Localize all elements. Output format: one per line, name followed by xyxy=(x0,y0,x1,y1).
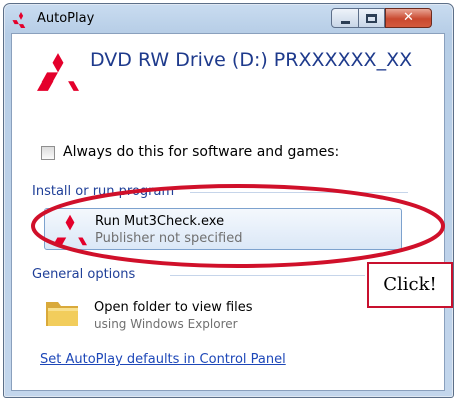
run-option-publisher: Publisher not specified xyxy=(95,231,243,246)
click-callout: Click! xyxy=(367,262,453,308)
autoplay-defaults-link[interactable]: Set AutoPlay defaults in Control Panel xyxy=(40,352,286,367)
folder-icon xyxy=(46,302,78,326)
mitsubishi-logo-icon xyxy=(12,12,26,28)
minimize-icon xyxy=(341,21,350,24)
maximize-button[interactable] xyxy=(359,8,385,28)
window-title: AutoPlay xyxy=(37,11,95,26)
title-bar[interactable]: AutoPlay ✕ xyxy=(4,4,453,34)
always-checkbox[interactable] xyxy=(41,146,55,160)
open-folder-option[interactable]: Open folder to view files using Windows … xyxy=(44,294,304,334)
device-label: DVD RW Drive (D:) PRXXXXXX_XX xyxy=(90,49,413,71)
mitsubishi-logo-icon xyxy=(53,214,87,246)
section-heading-install: Install or run program xyxy=(32,184,175,199)
close-icon: ✕ xyxy=(403,10,414,25)
section-heading-general: General options xyxy=(32,267,136,282)
minimize-button[interactable] xyxy=(331,8,359,28)
section-divider xyxy=(170,275,365,276)
open-folder-title: Open folder to view files xyxy=(94,300,253,315)
open-folder-subtitle: using Windows Explorer xyxy=(94,317,238,331)
section-divider xyxy=(190,192,408,193)
always-checkbox-label: Always do this for software and games: xyxy=(63,144,340,160)
close-button[interactable]: ✕ xyxy=(385,8,432,28)
mitsubishi-logo-icon xyxy=(37,53,79,91)
maximize-icon xyxy=(366,14,377,23)
run-program-option[interactable]: Run Mut3Check.exe Publisher not specifie… xyxy=(44,208,402,250)
run-option-title: Run Mut3Check.exe xyxy=(95,214,225,229)
